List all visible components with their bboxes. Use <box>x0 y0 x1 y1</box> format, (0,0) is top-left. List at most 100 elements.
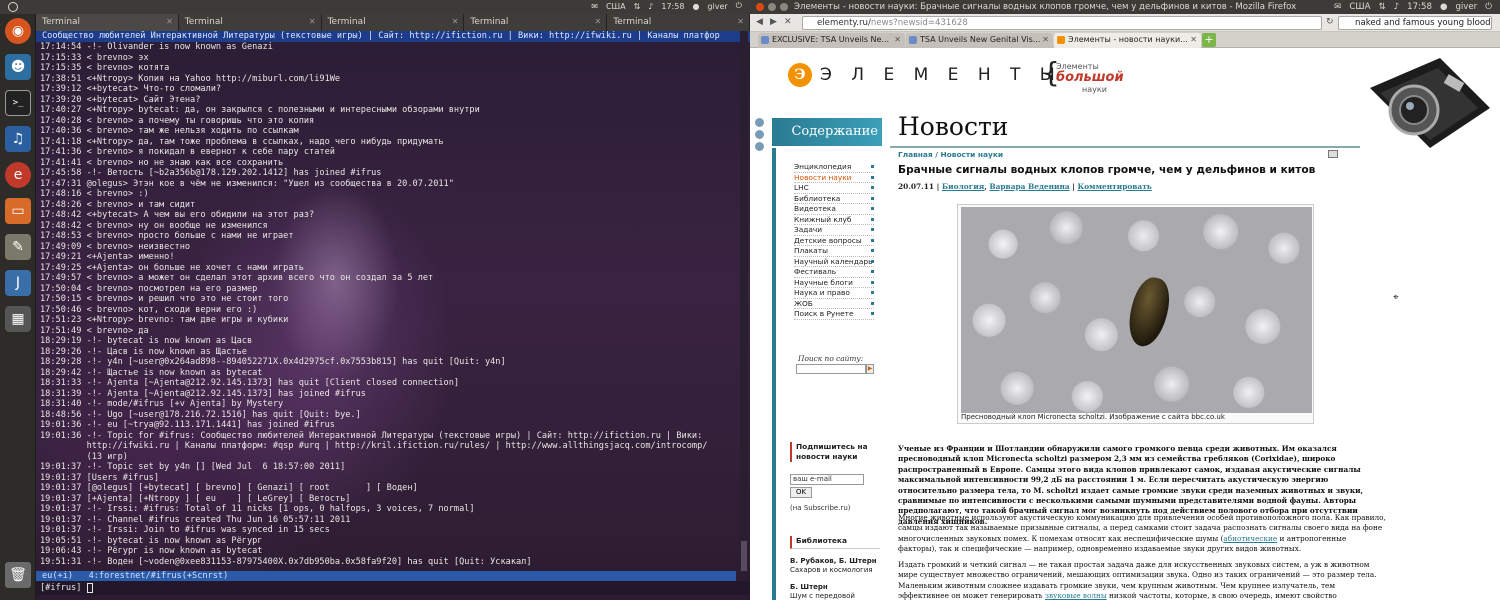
network-icon[interactable]: ⇅ <box>1378 0 1385 14</box>
site-menu-item[interactable]: Детские вопросы <box>794 236 874 246</box>
terminal-tab[interactable]: Terminal ✕ <box>607 14 750 31</box>
print-icon[interactable] <box>1328 150 1338 158</box>
browser-tab[interactable]: TSA Unveils New Genital Vis... ✕ <box>906 33 1053 48</box>
clock[interactable]: 17:58 <box>1407 0 1432 14</box>
minimize-window-icon[interactable] <box>768 3 776 11</box>
logo-orb: Э <box>788 63 812 87</box>
close-icon[interactable]: ✕ <box>166 17 173 26</box>
files-icon[interactable]: ▭ <box>5 198 31 224</box>
search-input[interactable]: naked and famous young blood <box>1338 16 1492 30</box>
scrollbar-thumb[interactable] <box>741 541 747 571</box>
firefox-icon[interactable]: ◉ <box>5 18 31 44</box>
keyboard-layout[interactable]: США <box>606 2 626 11</box>
site-search-input[interactable] <box>796 364 866 374</box>
close-icon[interactable]: ✕ <box>309 17 316 26</box>
site-menu-item[interactable]: Плакаты <box>794 246 874 257</box>
user-name[interactable]: giver <box>707 2 727 11</box>
terminal-output[interactable]: Сообщество любителей Интерактивной Литер… <box>36 31 750 600</box>
volume-icon[interactable]: ♪ <box>1394 0 1400 14</box>
comment-link[interactable]: Комментировать <box>1078 182 1152 191</box>
search-go-icon[interactable]: ▶ <box>866 364 874 374</box>
close-tab-icon[interactable]: ✕ <box>1042 33 1049 47</box>
author-link[interactable]: Варвара Веденина <box>989 182 1069 191</box>
bullet-icon <box>871 186 874 189</box>
site-menu-item[interactable]: Научные блоги <box>794 278 874 288</box>
site-menu-item[interactable]: LHC <box>794 183 874 194</box>
big-science-logo[interactable]: { Элементы большой науки <box>1042 56 1142 96</box>
new-tab-button[interactable]: + <box>1202 33 1216 47</box>
site-menu-item[interactable]: Научный календарь <box>794 257 874 267</box>
terminal-icon[interactable]: >_ <box>5 90 31 116</box>
close-icon[interactable]: ✕ <box>737 17 744 26</box>
site-menu-item[interactable]: Задачи <box>794 225 874 236</box>
close-window-icon[interactable] <box>756 3 764 11</box>
bullet-icon <box>871 291 874 294</box>
sound-waves-link[interactable]: звуковые волны <box>1045 591 1107 600</box>
forward-icon[interactable]: ▶ <box>770 17 777 27</box>
site-menu-item[interactable]: Видеотека <box>794 204 874 215</box>
power-icon[interactable]: ⏻ <box>1485 0 1492 14</box>
site-menu-item[interactable]: Фестиваль <box>794 267 874 278</box>
power-icon[interactable]: ⏻ <box>736 1 742 11</box>
maximize-window-icon[interactable] <box>780 3 788 11</box>
trash-icon[interactable]: 🗑 <box>5 562 31 588</box>
terminal-scrollbar[interactable] <box>740 31 748 571</box>
site-menu-item[interactable]: Новости науки <box>794 173 874 183</box>
close-icon[interactable]: ✕ <box>452 17 459 26</box>
close-tab-icon[interactable]: ✕ <box>894 33 901 47</box>
reload-icon[interactable]: ↻ <box>1326 17 1334 27</box>
terminal-tab[interactable]: Terminal ✕ <box>464 14 608 31</box>
browser-tab[interactable]: EXCLUSIVE: TSA Unveils Ne... ✕ <box>758 33 905 48</box>
site-menu-item[interactable]: Книжный клуб <box>794 215 874 225</box>
chat-icon[interactable]: ☻ <box>5 54 31 80</box>
contents-banner[interactable]: Содержание <box>772 118 882 146</box>
text-app-icon[interactable]: e <box>5 162 31 188</box>
keyboard-layout[interactable]: США <box>1349 0 1370 14</box>
topic-link[interactable]: Биология <box>942 182 984 191</box>
email-field[interactable]: ваш e-mail <box>790 474 864 485</box>
mail-icon[interactable]: ✉ <box>1334 0 1341 14</box>
ubuntu-logo-icon[interactable] <box>8 2 18 12</box>
big-science-line2: большой <box>1056 70 1124 85</box>
browser-tab-active[interactable]: Элементы - новости науки... ✕ <box>1054 33 1201 48</box>
user-icon: ● <box>1439 2 1448 12</box>
book-item[interactable]: В. Рубаков, Б. Штерн Сахаров и космология <box>790 557 880 575</box>
back-icon[interactable]: ◀ <box>756 17 763 27</box>
site-menu-item[interactable]: Библиотека <box>794 194 874 204</box>
library-heading[interactable]: Библиотека <box>790 536 880 549</box>
url-bar[interactable]: elementy.ru/news?newsid=431628 <box>802 16 1322 30</box>
mail-icon[interactable]: ✉ <box>591 2 598 11</box>
irc-status-bar: eu(+i) 4:forestnet/#ifrus(+Scnrst) <box>36 571 736 581</box>
ok-button[interactable]: OK <box>790 487 812 498</box>
sidebar-history-icon[interactable] <box>755 130 764 139</box>
menu-item-label: Задачи <box>794 225 823 234</box>
site-logo[interactable]: Э Э Л Е М Е Н Т Ы <box>788 60 1062 90</box>
network-icon[interactable]: ⇅ <box>634 2 641 11</box>
irc-input[interactable]: [#ifrus] <box>36 581 750 595</box>
irc-line: 18:48:56 -!- Ugo [~user@178.216.72.1516]… <box>40 409 361 420</box>
subscribe-via[interactable]: (на Subscribe.ru) <box>790 504 880 512</box>
workspace-switcher-icon[interactable]: ▦ <box>5 306 31 332</box>
music-player-icon[interactable]: ♫ <box>5 126 31 152</box>
sidebar-download-icon[interactable] <box>755 142 764 151</box>
close-icon[interactable]: ✕ <box>594 17 601 26</box>
terminal-tab[interactable]: Terminal ✕ <box>36 14 179 31</box>
terminal-tab[interactable]: Terminal ✕ <box>321 14 465 31</box>
breadcrumb-section[interactable]: Новости науки <box>941 150 1004 159</box>
sidebar-bookmark-icon[interactable] <box>755 118 764 127</box>
volume-icon[interactable]: ♪ <box>648 2 653 11</box>
site-menu-item[interactable]: ЖОБ <box>794 299 874 309</box>
ide-icon[interactable]: J <box>5 270 31 296</box>
text-editor-icon[interactable]: ✎ <box>5 234 31 260</box>
abiotic-link[interactable]: абиотические <box>1223 534 1277 543</box>
breadcrumb-home[interactable]: Главная <box>898 150 933 159</box>
stop-icon[interactable]: ✕ <box>784 17 792 27</box>
user-name[interactable]: giver <box>1455 0 1477 14</box>
site-menu-item[interactable]: Наука и право <box>794 288 874 299</box>
terminal-tab[interactable]: Terminal ✕ <box>178 14 322 31</box>
book-item[interactable]: Б. Штерн Шум с передовой <box>790 583 880 600</box>
site-menu-item[interactable]: Поиск в Рунете <box>794 309 874 320</box>
close-tab-icon[interactable]: ✕ <box>1190 33 1197 47</box>
clock[interactable]: 17:58 <box>661 2 684 11</box>
site-menu-item[interactable]: Энциклопедия <box>794 162 874 173</box>
